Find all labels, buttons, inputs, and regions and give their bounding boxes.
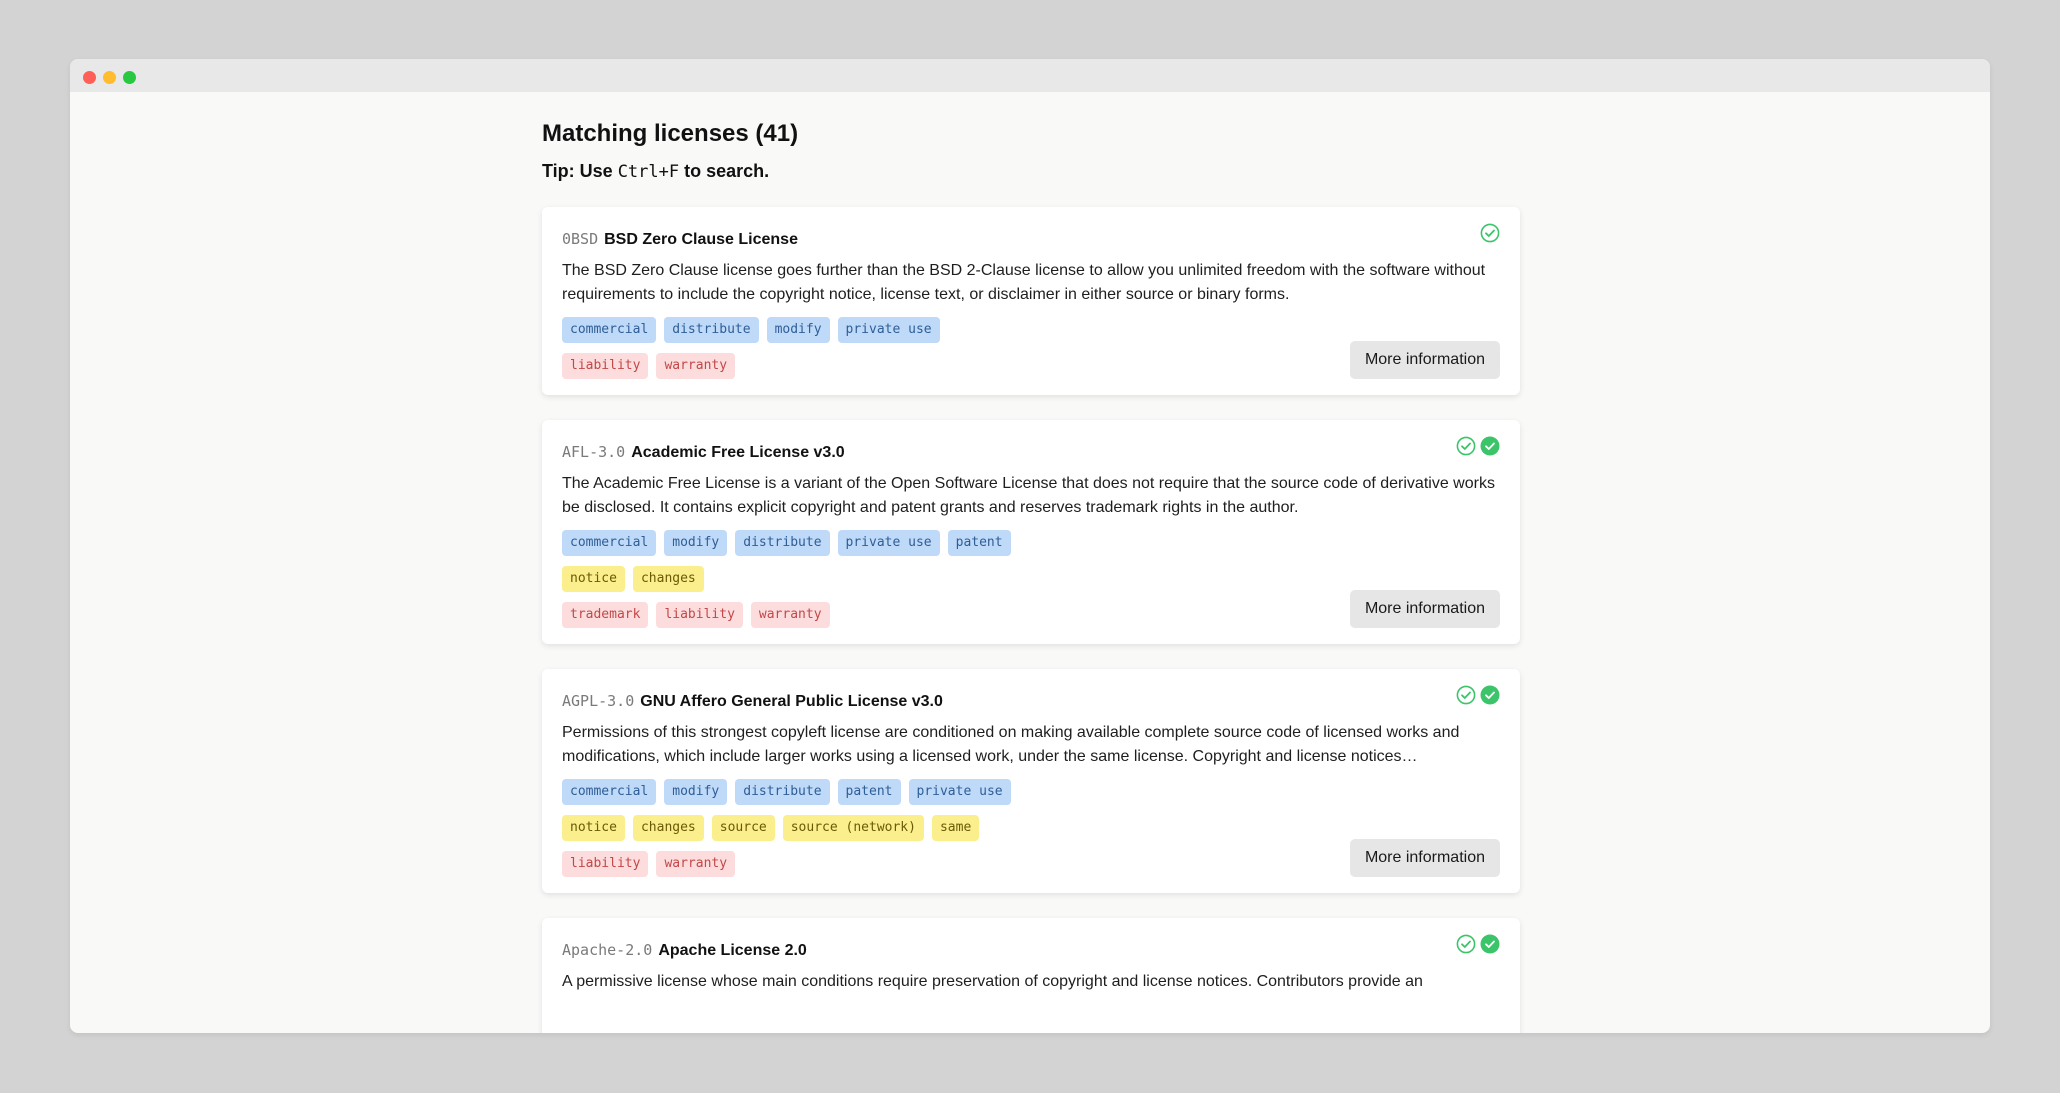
license-card: 0BSD BSD Zero Clause License The BSD Zero … bbox=[542, 207, 1520, 395]
approval-icons bbox=[1456, 934, 1500, 954]
tip-suffix: to search. bbox=[679, 161, 770, 181]
limitation-tag: liability bbox=[656, 602, 743, 628]
permission-tag: modify bbox=[664, 530, 728, 556]
condition-tag: same bbox=[931, 815, 980, 841]
condition-tag: changes bbox=[632, 566, 704, 592]
condition-tags: notice changes bbox=[562, 566, 1500, 592]
condition-tag: changes bbox=[632, 815, 704, 841]
permission-tag: modify bbox=[766, 317, 830, 343]
more-information-button[interactable]: More information bbox=[1349, 590, 1500, 628]
license-card: AGPL-3.0 GNU Affero General Public Licens… bbox=[542, 669, 1520, 893]
permission-tags: commercial modify distribute patent private … bbox=[562, 779, 1500, 805]
license-title: AGPL-3.0 GNU Affero General Public Licens… bbox=[562, 689, 1500, 713]
tip-prefix: Tip: Use bbox=[542, 161, 618, 181]
permission-tag: distribute bbox=[735, 530, 830, 556]
permission-tag: private use bbox=[837, 317, 940, 343]
license-title: AFL-3.0 Academic Free License v3.0 bbox=[562, 440, 1500, 464]
condition-tags: notice changes source source (network) same bbox=[562, 815, 1500, 841]
condition-tag: notice bbox=[562, 566, 625, 592]
check-circle-filled-icon bbox=[1480, 685, 1500, 705]
license-description: The BSD Zero Clause license goes further… bbox=[562, 262, 1486, 303]
license-name: GNU Affero General Public License v3.0 bbox=[640, 693, 943, 710]
approval-icons bbox=[1480, 223, 1500, 243]
permission-tag: distribute bbox=[735, 779, 830, 805]
minimize-window-button[interactable] bbox=[103, 71, 116, 84]
limitation-tag: warranty bbox=[656, 353, 736, 379]
permission-tag: private use bbox=[908, 779, 1011, 805]
approval-icons bbox=[1456, 436, 1500, 456]
check-circle-outline-icon bbox=[1456, 685, 1476, 705]
license-name: BSD Zero Clause License bbox=[604, 231, 798, 248]
limitation-tag: warranty bbox=[656, 851, 736, 877]
permission-tag: commercial bbox=[562, 779, 657, 805]
license-title: 0BSD BSD Zero Clause License bbox=[562, 227, 1500, 251]
check-circle-filled-icon bbox=[1480, 934, 1500, 954]
license-name: Apache License 2.0 bbox=[658, 942, 807, 959]
permission-tag: patent bbox=[837, 779, 901, 805]
page-title: Matching licenses (41) bbox=[542, 120, 799, 147]
license-card: Apache-2.0 Apache License 2.0 A permissive… bbox=[542, 918, 1520, 1033]
window-titlebar bbox=[70, 59, 1990, 92]
more-information-button[interactable]: More information bbox=[1349, 341, 1500, 379]
license-description: Permissions of this strongest copyleft l… bbox=[562, 724, 1460, 765]
license-spdx-id: Apache-2.0 bbox=[562, 941, 653, 959]
license-spdx-id: 0BSD bbox=[562, 230, 599, 248]
search-tip: Tip: Use Ctrl+F to search. bbox=[542, 158, 1520, 184]
limitation-tag: warranty bbox=[750, 602, 830, 628]
permission-tags: commercial distribute modify private use bbox=[562, 317, 1500, 343]
limitation-tag: trademark bbox=[562, 602, 649, 628]
check-circle-outline-icon bbox=[1456, 436, 1476, 456]
keyboard-shortcut: Ctrl+F bbox=[617, 162, 680, 182]
permission-tags: commercial modify distribute private use pat… bbox=[562, 530, 1500, 556]
license-spdx-id: AGPL-3.0 bbox=[562, 692, 635, 710]
condition-tag: source (network) bbox=[782, 815, 924, 841]
approval-icons bbox=[1456, 685, 1500, 705]
license-description: The Academic Free License is a variant o… bbox=[562, 475, 1495, 516]
permission-tag: distribute bbox=[664, 317, 759, 343]
condition-tag: source bbox=[711, 815, 775, 841]
check-circle-outline-icon bbox=[1480, 223, 1500, 243]
license-card: AFL-3.0 Academic Free License v3.0 The Aca… bbox=[542, 420, 1520, 644]
more-information-button[interactable]: More information bbox=[1349, 839, 1500, 877]
license-spdx-id: AFL-3.0 bbox=[562, 443, 626, 461]
condition-tag: notice bbox=[562, 815, 625, 841]
close-window-button[interactable] bbox=[83, 71, 96, 84]
license-title: Apache-2.0 Apache License 2.0 bbox=[562, 938, 1500, 962]
check-circle-filled-icon bbox=[1480, 436, 1500, 456]
license-list: 0BSD BSD Zero Clause License The BSD Zero … bbox=[542, 207, 1520, 1033]
browser-window: Matching licenses (41) Tip: Use Ctrl+F t… bbox=[70, 59, 1990, 1033]
permission-tag: commercial bbox=[562, 530, 657, 556]
license-name: Academic Free License v3.0 bbox=[631, 444, 845, 461]
check-circle-outline-icon bbox=[1456, 934, 1476, 954]
maximize-window-button[interactable] bbox=[123, 71, 136, 84]
main-content: Matching licenses (41) Tip: Use Ctrl+F t… bbox=[542, 92, 1520, 1033]
permission-tag: private use bbox=[837, 530, 940, 556]
permission-tag: patent bbox=[947, 530, 1011, 556]
permission-tag: commercial bbox=[562, 317, 657, 343]
permission-tag: modify bbox=[664, 779, 728, 805]
limitation-tag: liability bbox=[562, 851, 649, 877]
license-description: A permissive license whose main conditio… bbox=[562, 973, 1423, 990]
limitation-tag: liability bbox=[562, 353, 649, 379]
